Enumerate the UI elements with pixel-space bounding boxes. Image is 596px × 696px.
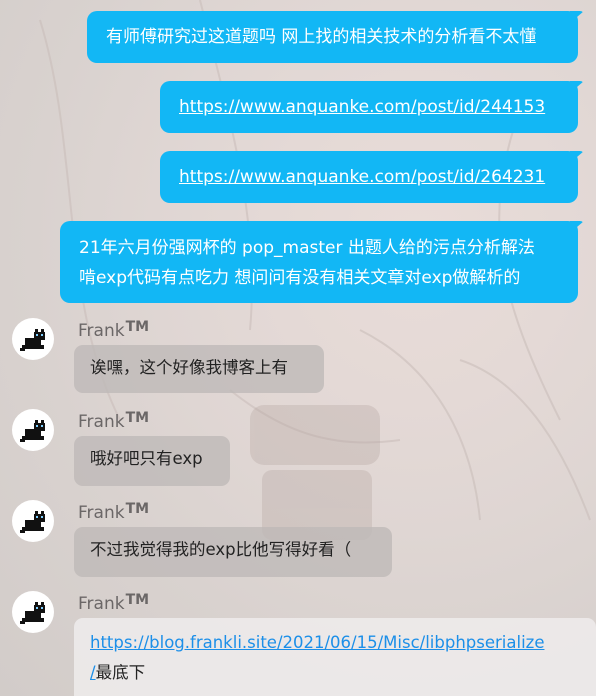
sender-name[interactable]: FrankTM <box>78 410 149 432</box>
message-text: 诶嘿，这个好像我博客上有 <box>90 358 288 377</box>
message-text: 最底下 <box>95 663 146 682</box>
pixel-cat-avatar-icon <box>20 329 45 351</box>
message-text-line: 啃exp代码有点吃力 想问问有没有相关文章对exp做解析的 <box>79 268 521 288</box>
avatar[interactable] <box>12 591 54 633</box>
message-link[interactable]: https://blog.frankli.site/2021/06/15/Mis… <box>90 633 544 652</box>
pixel-cat-avatar-icon <box>20 602 45 624</box>
incoming-message-bubble[interactable]: 诶嘿，这个好像我博客上有 <box>74 345 324 393</box>
avatar[interactable] <box>12 409 54 451</box>
bubble-tail <box>570 81 584 93</box>
bubble-tail <box>570 151 584 163</box>
avatar[interactable] <box>12 318 54 360</box>
message-text: 哦好吧只有exp <box>90 449 203 468</box>
outgoing-message-bubble[interactable]: 21年六月份强网杯的 pop_master 出题人给的污点分析解法 啃exp代码… <box>60 221 584 303</box>
message-link[interactable]: https://www.anquanke.com/post/id/244153 <box>179 97 545 117</box>
message-link[interactable]: https://www.anquanke.com/post/id/264231 <box>179 167 545 187</box>
bubble-tail <box>570 11 584 23</box>
pixel-cat-avatar-icon <box>20 420 45 442</box>
incoming-link-bubble: https://blog.frankli.site/2021/06/15/Mis… <box>74 618 596 696</box>
message-text: 不过我觉得我的exp比他写得好看（ <box>90 540 352 559</box>
message-text: 有师傅研究过这道题吗 网上找的相关技术的分析看不太懂 <box>106 27 537 47</box>
outgoing-link-bubble: https://www.anquanke.com/post/id/244153 <box>160 81 584 133</box>
incoming-message-bubble[interactable]: 哦好吧只有exp <box>74 436 230 486</box>
bubble-tail <box>570 221 584 233</box>
avatar[interactable] <box>12 500 54 542</box>
sender-name[interactable]: FrankTM <box>78 319 149 341</box>
outgoing-link-bubble: https://www.anquanke.com/post/id/264231 <box>160 151 584 203</box>
pixel-cat-avatar-icon <box>20 511 45 533</box>
incoming-message-bubble[interactable]: 不过我觉得我的exp比他写得好看（ <box>74 527 392 577</box>
message-text-line: 21年六月份强网杯的 pop_master 出题人给的污点分析解法 <box>79 238 535 258</box>
sender-name[interactable]: FrankTM <box>78 592 149 614</box>
sender-name[interactable]: FrankTM <box>78 501 149 523</box>
outgoing-message-bubble[interactable]: 有师傅研究过这道题吗 网上找的相关技术的分析看不太懂 <box>87 11 584 63</box>
chat-window: 有师傅研究过这道题吗 网上找的相关技术的分析看不太懂 https://www.a… <box>0 0 596 696</box>
